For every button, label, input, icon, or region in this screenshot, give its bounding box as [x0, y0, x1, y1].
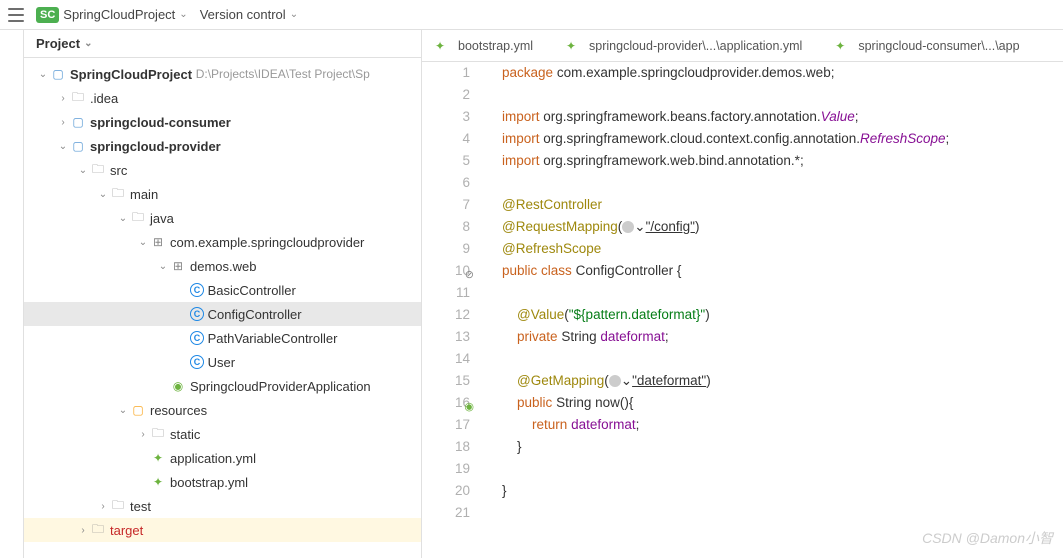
tree-folder-idea[interactable]: ›🗀.idea	[24, 86, 421, 110]
web-icon	[622, 221, 634, 233]
chevron-down-icon: ⌄	[290, 9, 298, 20]
web-icon	[609, 375, 621, 387]
class-icon: C	[190, 355, 204, 369]
tree-module-provider[interactable]: ⌄▢springcloud-provider	[24, 134, 421, 158]
class-icon: C	[190, 283, 204, 297]
tree-folder-src[interactable]: ⌄🗀src	[24, 158, 421, 182]
tree-folder-main[interactable]: ⌄🗀main	[24, 182, 421, 206]
folder-icon: 🗀	[110, 498, 126, 514]
tree-class-config[interactable]: C ConfigController	[24, 302, 421, 326]
module-icon: ▢	[50, 66, 66, 82]
yml-icon: ✦	[563, 38, 579, 54]
code-content[interactable]: package com.example.springcloudprovider.…	[478, 62, 1063, 558]
project-panel: Project ⌄ ⌄▢SpringCloudProject D:\Projec…	[24, 30, 422, 558]
folder-icon: 🗀	[90, 522, 106, 538]
package-icon: ⊞	[170, 258, 186, 274]
tool-sidebar	[0, 30, 24, 558]
tree-module-consumer[interactable]: ›▢springcloud-consumer	[24, 110, 421, 134]
tree-package-demos[interactable]: ⌄⊞demos.web	[24, 254, 421, 278]
chevron-down-icon: ⌄	[179, 9, 187, 20]
tree-folder-java[interactable]: ⌄🗀java	[24, 206, 421, 230]
package-icon: ⊞	[150, 234, 166, 250]
tab-bootstrap[interactable]: ✦bootstrap.yml	[432, 38, 533, 54]
code-editor[interactable]: 123456789101112131415161718192021 ⊘ ◉ pa…	[422, 62, 1063, 558]
folder-icon: 🗀	[130, 210, 146, 226]
vcs-menu[interactable]: Version control ⌄	[200, 7, 298, 22]
tree-folder-target[interactable]: ›🗀target	[24, 518, 421, 542]
yml-icon: ✦	[832, 38, 848, 54]
tree-class-basic[interactable]: C BasicController	[24, 278, 421, 302]
yml-icon: ✦	[150, 474, 166, 490]
tree-package[interactable]: ⌄⊞com.example.springcloudprovider	[24, 230, 421, 254]
class-icon: C	[190, 331, 204, 345]
gutter-inspection-icon[interactable]: ⊘	[460, 264, 474, 278]
yml-icon: ✦	[432, 38, 448, 54]
module-icon: ▢	[70, 138, 86, 154]
line-gutter: 123456789101112131415161718192021 ⊘ ◉	[422, 62, 478, 558]
folder-icon: 🗀	[150, 426, 166, 442]
tree-folder-test[interactable]: ›🗀test	[24, 494, 421, 518]
title-bar: SC SpringCloudProject ⌄ Version control …	[0, 0, 1063, 30]
gutter-bean-icon[interactable]: ◉	[460, 396, 474, 410]
editor-area: ✦bootstrap.yml ✦springcloud-provider\...…	[422, 30, 1063, 558]
tree-folder-static[interactable]: ›🗀static	[24, 422, 421, 446]
tab-provider-app[interactable]: ✦springcloud-provider\...\application.ym…	[563, 38, 802, 54]
tree-class-pathvar[interactable]: C PathVariableController	[24, 326, 421, 350]
chevron-down-icon: ⌄	[84, 38, 92, 49]
project-badge: SC	[36, 7, 59, 23]
yml-icon: ✦	[150, 450, 166, 466]
tree-file-bootyml[interactable]: ✦bootstrap.yml	[24, 470, 421, 494]
panel-header[interactable]: Project ⌄	[24, 30, 421, 58]
folder-icon: 🗀	[110, 186, 126, 202]
project-selector[interactable]: SC SpringCloudProject ⌄	[36, 7, 188, 23]
module-icon: ▢	[70, 114, 86, 130]
spring-icon: ◉	[170, 378, 186, 394]
watermark: CSDN @Damon小智	[922, 528, 1053, 548]
class-icon: C	[190, 307, 204, 321]
tab-consumer-app[interactable]: ✦springcloud-consumer\...\app	[832, 38, 1019, 54]
tree-class-app[interactable]: ◉SpringcloudProviderApplication	[24, 374, 421, 398]
tree-root[interactable]: ⌄▢SpringCloudProject D:\Projects\IDEA\Te…	[24, 62, 421, 86]
tree-class-user[interactable]: C User	[24, 350, 421, 374]
folder-icon: 🗀	[90, 162, 106, 178]
main-menu-icon[interactable]	[8, 8, 24, 22]
tree-folder-resources[interactable]: ⌄▢resources	[24, 398, 421, 422]
tree-file-appyml[interactable]: ✦application.yml	[24, 446, 421, 470]
project-tree: ⌄▢SpringCloudProject D:\Projects\IDEA\Te…	[24, 58, 421, 558]
resources-icon: ▢	[130, 402, 146, 418]
editor-tabs: ✦bootstrap.yml ✦springcloud-provider\...…	[422, 30, 1063, 62]
folder-icon: 🗀	[70, 90, 86, 106]
